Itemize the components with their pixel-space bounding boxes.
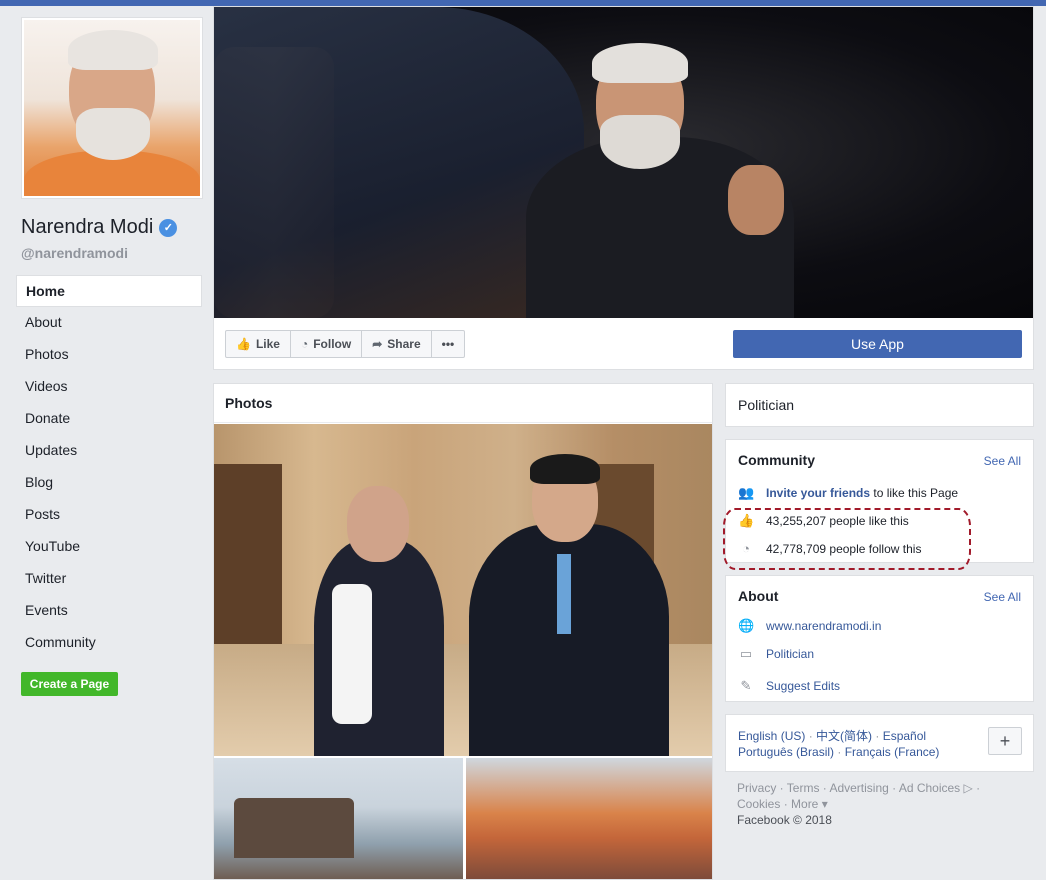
invite-row: 👥 Invite your friends to like this Page <box>738 485 958 501</box>
lang-chinese[interactable]: 中文(简体) <box>816 729 872 743</box>
page-action-bar: 👍 Like ◔ Follow ➦ Share ••• Use App <box>214 318 1033 369</box>
profile-picture[interactable] <box>21 17 203 199</box>
lang-french[interactable]: Français (France) <box>845 745 940 759</box>
add-language-button[interactable]: + <box>988 727 1022 755</box>
footer: Privacy · Terms · Advertising · Ad Choic… <box>737 780 1027 828</box>
page-title[interactable]: Narendra Modi <box>21 216 153 239</box>
photo-thumbnail[interactable] <box>214 758 463 879</box>
page-handle[interactable]: @narendramodi <box>21 245 128 261</box>
nav-item-photos[interactable]: Photos <box>16 339 202 371</box>
photo-thumbnail[interactable] <box>465 758 712 879</box>
suggest-row: ✎ Suggest Edits <box>738 678 841 694</box>
ellipsis-icon: ••• <box>441 337 455 351</box>
page-action-buttons: 👍 Like ◔ Follow ➦ Share ••• <box>225 330 466 358</box>
nav-item-home[interactable]: Home <box>16 275 202 307</box>
category-card: Politician <box>725 383 1034 427</box>
suggest-edits-link[interactable]: Suggest Edits <box>766 679 840 693</box>
nav-item-about[interactable]: About <box>16 307 202 339</box>
nav-item-blog[interactable]: Blog <box>16 467 202 499</box>
hand-drawn-highlight <box>723 508 971 570</box>
category-label[interactable]: Politician <box>738 397 794 413</box>
copyright: Facebook © 2018 <box>737 813 832 827</box>
people-icon: 👥 <box>738 485 755 500</box>
cover-photo[interactable] <box>214 7 1033 318</box>
category-row: ▭ Politician <box>738 646 814 662</box>
community-heading: Community <box>738 452 815 468</box>
folder-icon: ▭ <box>739 646 753 661</box>
thumbs-up-icon: 👍 <box>236 337 251 351</box>
pencil-icon: ✎ <box>740 678 752 693</box>
category-link[interactable]: Politician <box>766 647 814 661</box>
invite-text: to like this Page <box>870 486 959 500</box>
cover-card: 👍 Like ◔ Follow ➦ Share ••• Use App <box>213 6 1034 370</box>
follow-button[interactable]: ◔ Follow <box>291 331 363 357</box>
language-list: English (US) · 中文(简体) · Español Portuguê… <box>738 729 940 759</box>
footer-links-1[interactable]: Privacy · Terms · Advertising · Ad Choic… <box>737 780 1027 796</box>
lang-spanish[interactable]: Español <box>883 729 926 743</box>
language-card: English (US) · 中文(简体) · Español Portuguê… <box>725 714 1034 772</box>
verified-badge-icon: ✓ <box>159 218 178 237</box>
use-app-button[interactable]: Use App <box>733 330 1022 358</box>
invite-friends-link[interactable]: Invite your friends <box>766 486 870 500</box>
page-nav: Home About Photos Videos Donate Updates … <box>16 275 202 659</box>
share-arrow-icon: ➦ <box>372 337 383 351</box>
nav-item-community[interactable]: Community <box>16 627 202 659</box>
photos-heading[interactable]: Photos <box>214 384 712 423</box>
about-card: About See All 🌐 www.narendramodi.in ▭ Po… <box>725 575 1034 702</box>
nav-item-updates[interactable]: Updates <box>16 435 202 467</box>
lang-english[interactable]: English (US) <box>738 729 805 743</box>
like-label: Like <box>255 337 280 351</box>
profile-photo <box>24 20 200 196</box>
share-button[interactable]: ➦ Share <box>362 331 432 357</box>
footer-links-2[interactable]: Cookies · More ▾ <box>737 796 1027 812</box>
nav-item-youtube[interactable]: YouTube <box>16 531 202 563</box>
photo-featured[interactable] <box>214 424 712 756</box>
page-name: Narendra Modi ✓ <box>21 216 178 239</box>
nav-item-events[interactable]: Events <box>16 595 202 627</box>
more-options-button[interactable]: ••• <box>432 331 465 357</box>
lang-portuguese[interactable]: Português (Brasil) <box>738 745 834 759</box>
nav-item-videos[interactable]: Videos <box>16 371 202 403</box>
globe-icon: 🌐 <box>738 618 755 633</box>
rss-icon: ◔ <box>300 337 309 351</box>
share-label: Share <box>387 337 421 351</box>
create-page-button[interactable]: Create a Page <box>21 672 118 696</box>
about-heading: About <box>738 588 779 604</box>
nav-item-posts[interactable]: Posts <box>16 499 202 531</box>
nav-item-twitter[interactable]: Twitter <box>16 563 202 595</box>
like-button[interactable]: 👍 Like <box>226 331 291 357</box>
photos-card: Photos <box>213 383 713 880</box>
follow-label: Follow <box>313 337 352 351</box>
community-see-all-link[interactable]: See All <box>984 454 1021 468</box>
website-link[interactable]: www.narendramodi.in <box>766 619 881 633</box>
about-see-all-link[interactable]: See All <box>984 590 1021 604</box>
website-row: 🌐 www.narendramodi.in <box>738 618 881 634</box>
photo-thumbnails <box>214 758 712 879</box>
nav-item-donate[interactable]: Donate <box>16 403 202 435</box>
